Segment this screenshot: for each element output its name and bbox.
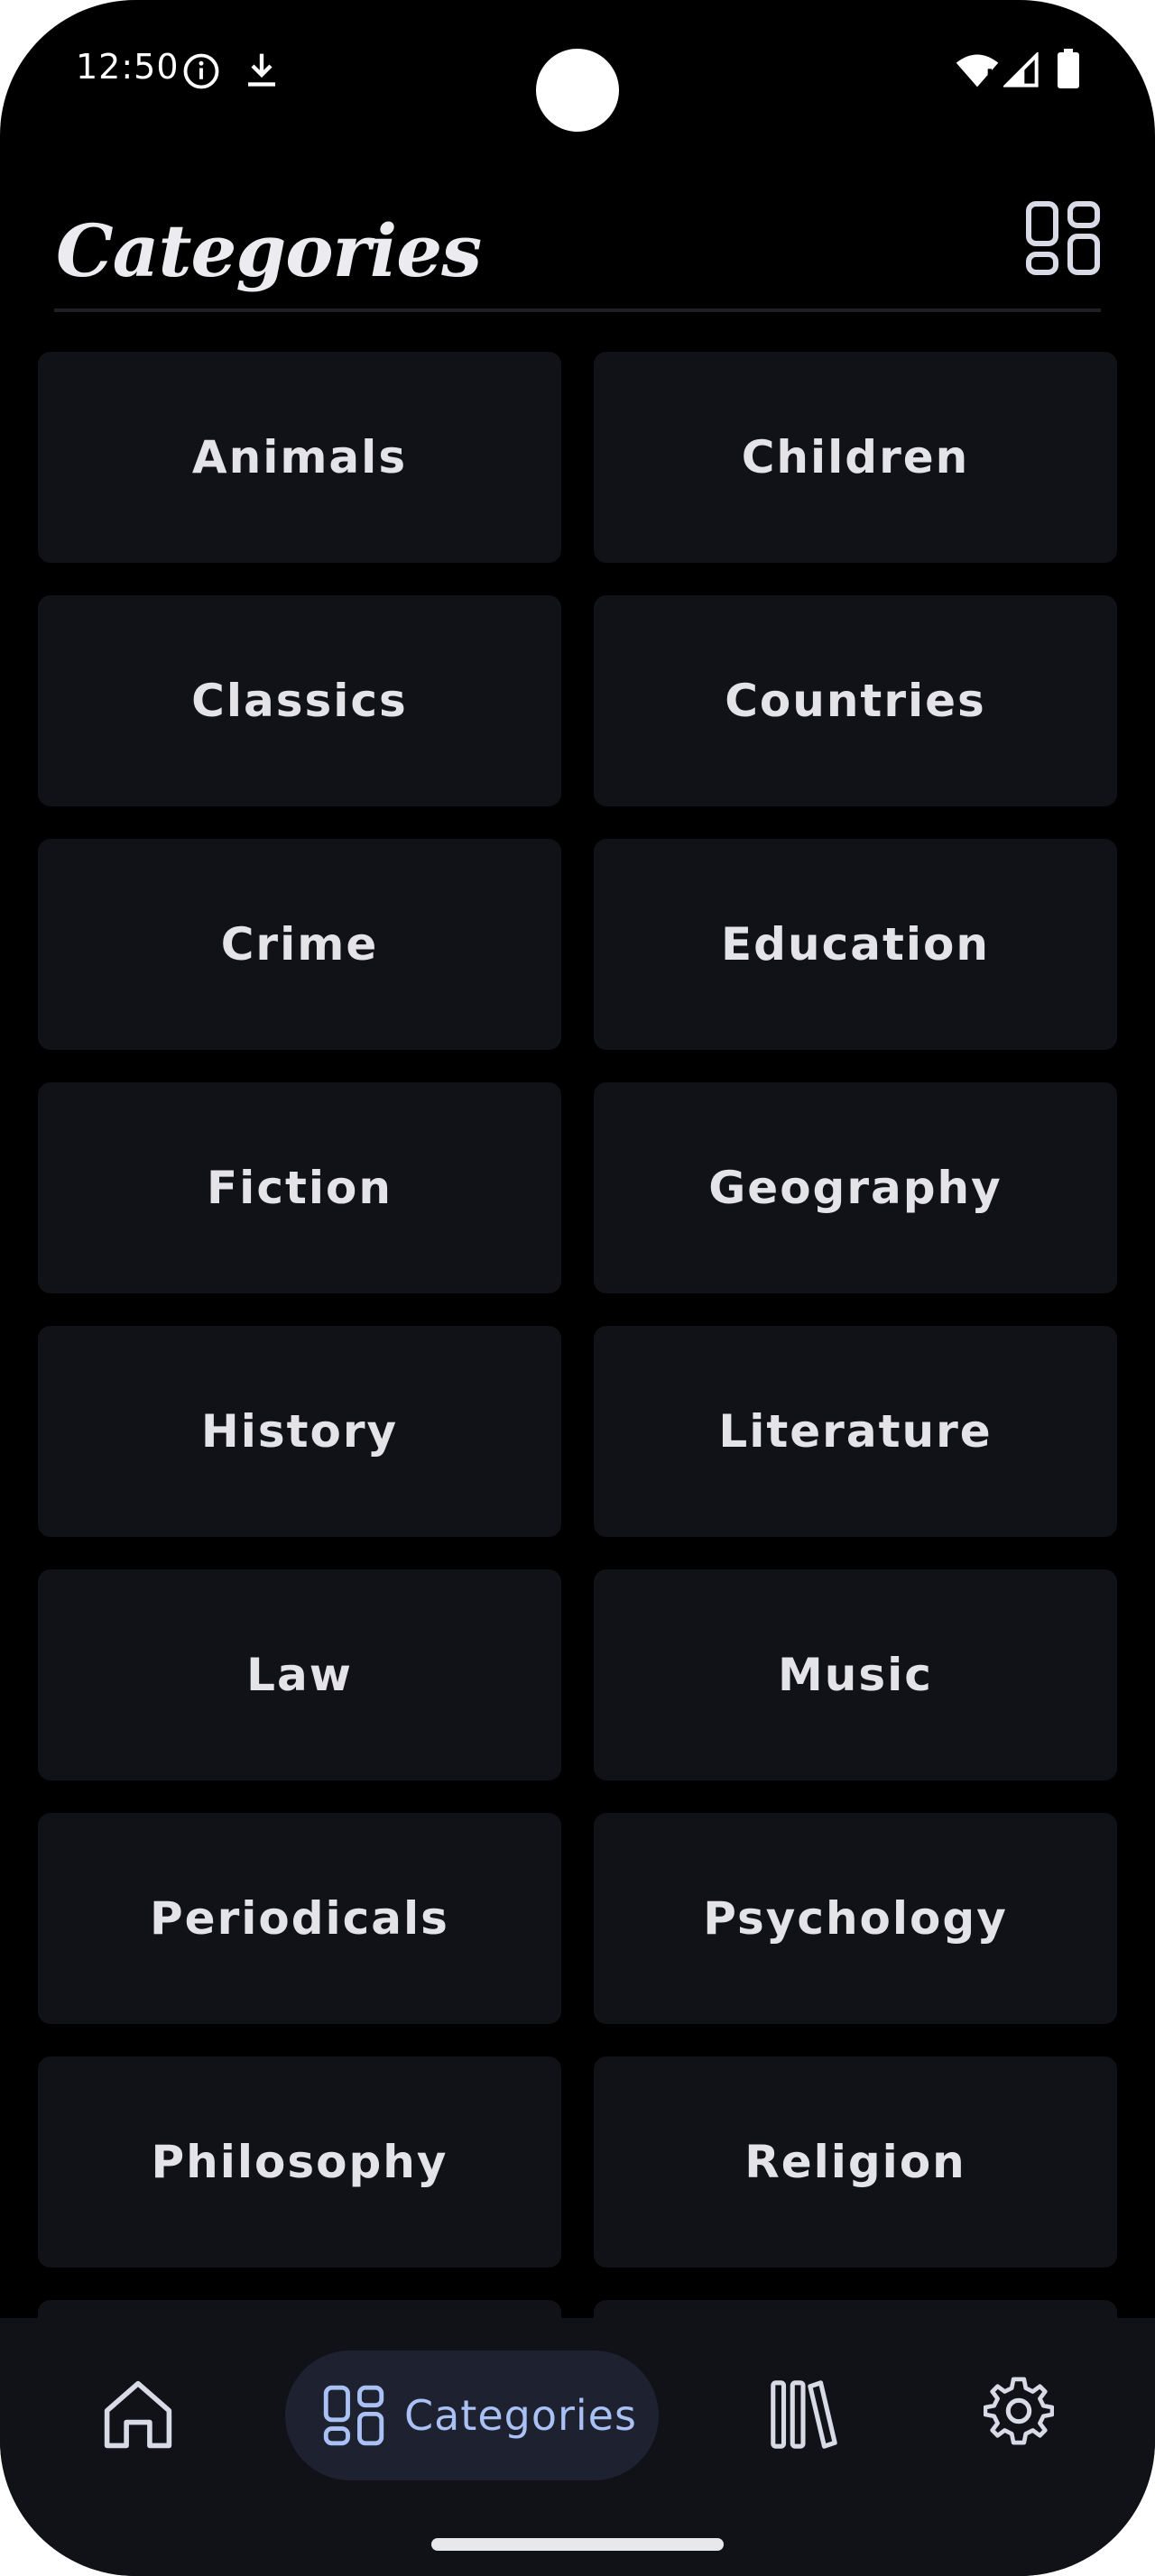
categories-icon <box>323 2385 384 2446</box>
category-card[interactable] <box>594 2300 1117 2318</box>
category-card[interactable]: Classics <box>38 595 561 806</box>
category-label: Psychology <box>703 1892 1008 1945</box>
category-card[interactable]: Fiction <box>38 1082 561 1293</box>
category-label: Fiction <box>207 1162 393 1214</box>
category-card[interactable]: Education <box>594 839 1117 1050</box>
category-card[interactable]: Crime <box>38 839 561 1050</box>
category-card[interactable] <box>38 2300 561 2318</box>
category-card[interactable]: History <box>38 1326 561 1537</box>
category-card[interactable]: Law <box>38 1569 561 1780</box>
category-label: Geography <box>708 1162 1003 1214</box>
category-label: Law <box>246 1649 353 1701</box>
phone-screen: 12:50 Categories Animals Children Classi… <box>0 0 1155 2576</box>
category-label: Animals <box>191 431 408 483</box>
category-label: Music <box>778 1649 933 1701</box>
category-label: Crime <box>220 918 379 971</box>
category-card[interactable]: Literature <box>594 1326 1117 1537</box>
category-card[interactable]: Countries <box>594 595 1117 806</box>
category-card[interactable]: Psychology <box>594 1813 1117 2024</box>
nav-categories-button[interactable]: Categories <box>285 2351 659 2480</box>
category-card[interactable]: Geography <box>594 1082 1117 1293</box>
category-label: Classics <box>191 675 408 727</box>
category-card[interactable]: Children <box>594 352 1117 563</box>
category-label: Countries <box>725 675 986 727</box>
category-card[interactable]: Religion <box>594 2056 1117 2268</box>
nav-categories-label: Categories <box>404 2391 637 2440</box>
library-icon[interactable] <box>767 2376 839 2453</box>
category-grid: Animals Children Classics Countries Crime Edu… <box>0 0 1155 2318</box>
settings-icon[interactable] <box>984 2376 1054 2446</box>
category-label: Literature <box>718 1405 993 1458</box>
bottom-navigation: Categories <box>0 2318 1155 2576</box>
category-card[interactable]: Philosophy <box>38 2056 561 2268</box>
category-label: Philosophy <box>151 2136 448 2188</box>
category-label: Periodicals <box>150 1892 449 1945</box>
category-card[interactable]: Periodicals <box>38 1813 561 2024</box>
category-label: Religion <box>744 2136 966 2188</box>
category-card[interactable]: Animals <box>38 352 561 563</box>
category-label: Education <box>721 918 990 971</box>
home-icon[interactable] <box>99 2376 177 2453</box>
category-label: History <box>200 1405 399 1458</box>
category-card[interactable]: Music <box>594 1569 1117 1780</box>
category-label: Children <box>741 431 970 483</box>
home-indicator[interactable] <box>431 2538 724 2551</box>
